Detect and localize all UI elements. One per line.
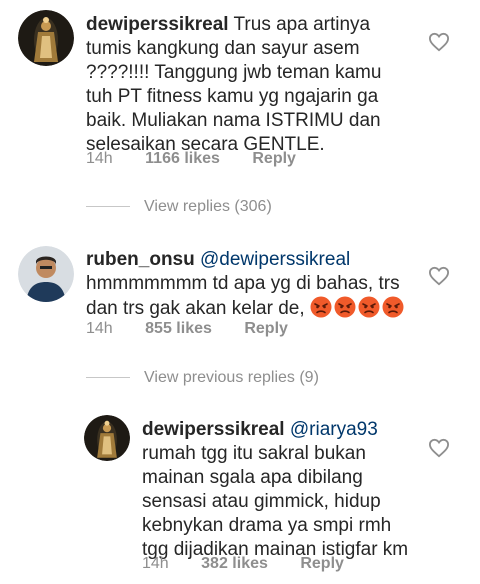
comment-mention[interactable]: @dewiperssikreal [200,249,350,270]
heart-icon[interactable] [428,438,450,458]
heart-icon[interactable] [428,266,450,286]
reply-comment: dewiperssikreal @riarya93 rumah tgg itu … [0,405,480,584]
avatar[interactable] [18,246,74,302]
comment-likes[interactable]: 382 likes [201,555,268,572]
angry-face-icon [310,296,332,318]
divider-line [86,206,130,208]
comment: dewiperssikreal Trus apa artinya tumis k… [0,0,480,180]
angry-face-icon [358,296,380,318]
comment-meta: 14h 382 likes Reply [142,555,344,573]
angry-face-icon [334,296,356,318]
comment-username[interactable]: dewiperssikreal [142,419,285,440]
view-previous-replies-label: View previous replies (9) [144,369,319,386]
heart-icon[interactable] [428,32,450,52]
reply-button[interactable]: Reply [300,555,344,572]
comment-username[interactable]: dewiperssikreal [86,14,229,35]
comment-meta: 14h 1166 likes Reply [86,150,296,168]
comment-likes[interactable]: 855 likes [145,320,212,337]
comment-time[interactable]: 14h [86,150,113,167]
view-replies-button[interactable]: View replies (306) [86,198,272,218]
comment-time[interactable]: 14h [142,555,169,572]
avatar[interactable] [18,10,74,66]
comment-time[interactable]: 14h [86,320,113,337]
avatar-image [18,246,74,302]
reply-button[interactable]: Reply [252,150,296,167]
view-previous-replies-button[interactable]: View previous replies (9) [86,369,319,389]
reply-button[interactable]: Reply [244,320,288,337]
comment-text: dewiperssikreal @riarya93 rumah tgg itu … [142,418,412,562]
avatar[interactable] [84,415,130,461]
comment-text: ruben_onsu @dewiperssikreal hmmmmmmm td … [86,248,406,321]
angry-face-icon [382,296,404,318]
comment-body: Trus apa artinya tumis kangkung dan sayu… [86,14,382,155]
comment-text: dewiperssikreal Trus apa artinya tumis k… [86,13,406,157]
comment-likes[interactable]: 1166 likes [145,150,220,167]
comment-username[interactable]: ruben_onsu [86,249,195,270]
divider-line [86,377,130,379]
comment: ruben_onsu @dewiperssikreal hmmmmmmm td … [0,240,480,350]
comment-body: rumah tgg itu sakral bukan mainan sgala … [142,443,409,560]
emoji-group [310,296,406,319]
avatar-image [18,10,74,66]
avatar-image [84,415,130,461]
comment-mention[interactable]: @riarya93 [290,419,378,440]
comment-meta: 14h 855 likes Reply [86,320,288,338]
view-replies-label: View replies (306) [144,198,272,215]
